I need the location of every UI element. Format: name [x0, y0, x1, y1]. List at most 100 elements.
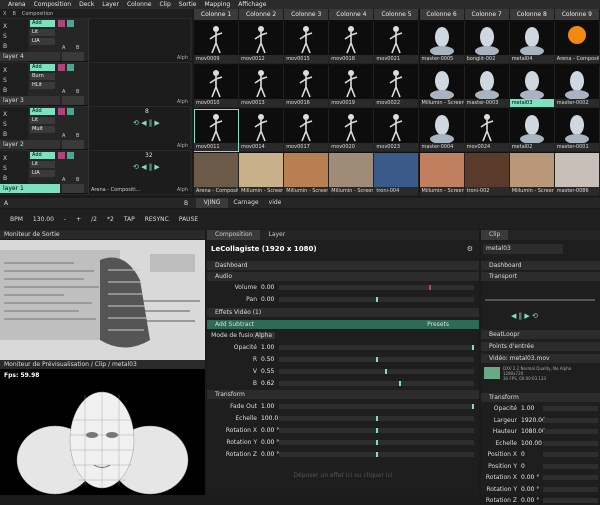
drop-hint[interactable]: Déposer un effet ici ou cliquer ici [207, 472, 479, 479]
param-slider[interactable] [279, 440, 474, 445]
layer-name[interactable]: layer 4 [0, 52, 60, 61]
param-slider[interactable] [279, 369, 474, 374]
column-header[interactable]: Colonne 9 [554, 9, 600, 20]
clip-cell[interactable]: Arena - Compositi... [554, 21, 600, 64]
clip-cell[interactable]: Millumin - Screen... [419, 153, 465, 196]
layer-mute-button[interactable] [58, 64, 65, 71]
clip-cell[interactable]: mov0022 [374, 65, 420, 108]
tempo-minus-button[interactable]: - [64, 216, 66, 223]
param-value[interactable]: 0.50 [261, 355, 274, 364]
blend-option[interactable]: Lit [30, 161, 55, 168]
clip-param-value[interactable]: 0 [521, 462, 525, 471]
layer-mute-button[interactable] [58, 108, 65, 115]
pan-slider[interactable] [279, 297, 474, 302]
transform-section[interactable]: Transform [207, 390, 479, 399]
blend-option[interactable]: Add [30, 108, 55, 115]
pan-value[interactable]: 0.00 [261, 295, 274, 304]
layer-b-button[interactable]: B [76, 177, 79, 183]
clip-cell[interactable]: metal03 [509, 65, 555, 108]
blend-option[interactable]: Lit [30, 29, 55, 36]
clip-cell[interactable]: Millumin - Screen... [284, 153, 330, 196]
clip-cell[interactable]: mov0016 [284, 65, 330, 108]
tab-composition[interactable]: Composition [207, 230, 261, 240]
layer-bypass-icon[interactable]: B [3, 87, 7, 94]
effect-add-subtract[interactable]: Add Subtract Presets [207, 320, 479, 329]
layer-close-icon[interactable]: X [3, 67, 7, 74]
layer-opacity-bar[interactable] [62, 52, 84, 61]
tempo-half-button[interactable]: /2 [91, 216, 97, 223]
clip-cell[interactable]: mov0014 [239, 109, 285, 152]
param-slider[interactable] [279, 345, 474, 350]
clip-cell[interactable]: mov0017 [284, 109, 330, 152]
volume-slider[interactable] [279, 285, 474, 290]
column-header[interactable]: Colonne 6 [419, 9, 465, 20]
clip-cell[interactable]: mov0012 [239, 21, 285, 64]
param-value[interactable]: 0.00 ° [261, 450, 279, 459]
layer-opacity-bar[interactable] [62, 184, 84, 193]
clip-cell[interactable]: mov0023 [374, 109, 420, 152]
blend-option[interactable]: Lit [30, 117, 55, 124]
layer-bypass-icon[interactable]: B [3, 43, 7, 50]
clip-cell[interactable]: mov0024 [464, 109, 510, 152]
layer-b-button[interactable]: B [76, 45, 79, 51]
video-section[interactable]: Vidéo: metal03.mov [481, 354, 600, 363]
clip-param-value[interactable]: 0.00 ° [521, 485, 539, 494]
layer-opacity-bar[interactable] [62, 140, 84, 149]
deck-tab-vide[interactable]: vide [264, 198, 286, 208]
layer-select-button[interactable] [67, 64, 74, 71]
layer-name[interactable]: layer 3 [0, 96, 60, 105]
clip-param-slider[interactable] [543, 475, 598, 480]
param-value[interactable]: 100.0 [261, 414, 278, 423]
clip-cell[interactable]: master-0004 [419, 109, 465, 152]
menu-item-sortie[interactable]: Sortie [175, 0, 201, 9]
menu-item-mapping[interactable]: Mapping [200, 0, 234, 9]
clip-param-slider[interactable] [543, 452, 598, 457]
clip-cell[interactable]: mov0011 [194, 109, 240, 152]
layer-close-icon[interactable]: X [3, 155, 7, 162]
clip-cell[interactable]: Arena - Composit... [194, 153, 240, 196]
blend-option[interactable]: Add [30, 152, 55, 159]
deck-b[interactable]: B [184, 200, 188, 207]
menu-item-clip[interactable]: Clip [155, 0, 174, 9]
presets-button[interactable]: Presets [427, 320, 449, 329]
clip-cell[interactable]: master-0002 [554, 65, 600, 108]
layer-a-button[interactable]: A [62, 133, 65, 139]
layer-name[interactable]: layer 2 [0, 140, 60, 149]
menu-item-affichage[interactable]: Affichage [234, 0, 270, 9]
clip-cell[interactable]: mov0013 [239, 65, 285, 108]
clip-param-slider[interactable] [543, 498, 598, 503]
clip-name-field[interactable]: metal03 [483, 244, 563, 254]
tempo-double-button[interactable]: *2 [107, 216, 114, 223]
layer-select-button[interactable] [67, 108, 74, 115]
dashboard-section[interactable]: Dashboard [207, 261, 479, 270]
layer-solo-icon[interactable]: S [3, 121, 7, 128]
clip-param-value[interactable]: 0.00 ° [521, 473, 539, 482]
clip-cell[interactable]: mov0020 [329, 109, 375, 152]
deck-tab-vjing[interactable]: VJING [196, 198, 228, 208]
clip-timeline[interactable] [485, 299, 595, 301]
points-section[interactable]: Points d'entrée [481, 342, 600, 351]
blend-option[interactable]: LIA [30, 170, 55, 177]
layer-b-button[interactable]: B [76, 89, 79, 95]
layer-a-button[interactable]: A [62, 45, 65, 51]
effects-section[interactable]: Effets Vidéo (1) [207, 308, 479, 317]
param-value[interactable]: 1.00 [261, 343, 274, 352]
layer-close-icon[interactable]: X [3, 23, 7, 30]
clip-cell[interactable]: troni-004 [374, 153, 420, 196]
bpm-value[interactable]: 130.00 [33, 216, 54, 223]
param-value[interactable]: 1.00 [261, 402, 274, 411]
blend-option[interactable]: Add [30, 20, 55, 27]
clip-transport-controls[interactable]: ◀ ‖ ▶ ⟲ [511, 312, 538, 320]
clip-param-slider[interactable] [543, 406, 598, 411]
column-header[interactable]: Colonne 4 [329, 9, 375, 20]
blend-option[interactable]: Add [30, 64, 55, 71]
clip-cell[interactable]: bongiit-002 [464, 21, 510, 64]
pause-button[interactable]: PAUSE [179, 216, 198, 223]
layer-select-button[interactable] [67, 20, 74, 27]
tab-layer[interactable]: Layer [260, 230, 293, 240]
column-header[interactable]: Colonne 1 [194, 9, 240, 20]
clip-cell[interactable]: mov0009 [194, 21, 240, 64]
layer-transport-icon[interactable]: ⟲ ◀ ‖ ▶ [133, 163, 160, 171]
param-slider[interactable] [279, 452, 474, 457]
clip-cell[interactable]: Millumin - Screen... [509, 153, 555, 196]
